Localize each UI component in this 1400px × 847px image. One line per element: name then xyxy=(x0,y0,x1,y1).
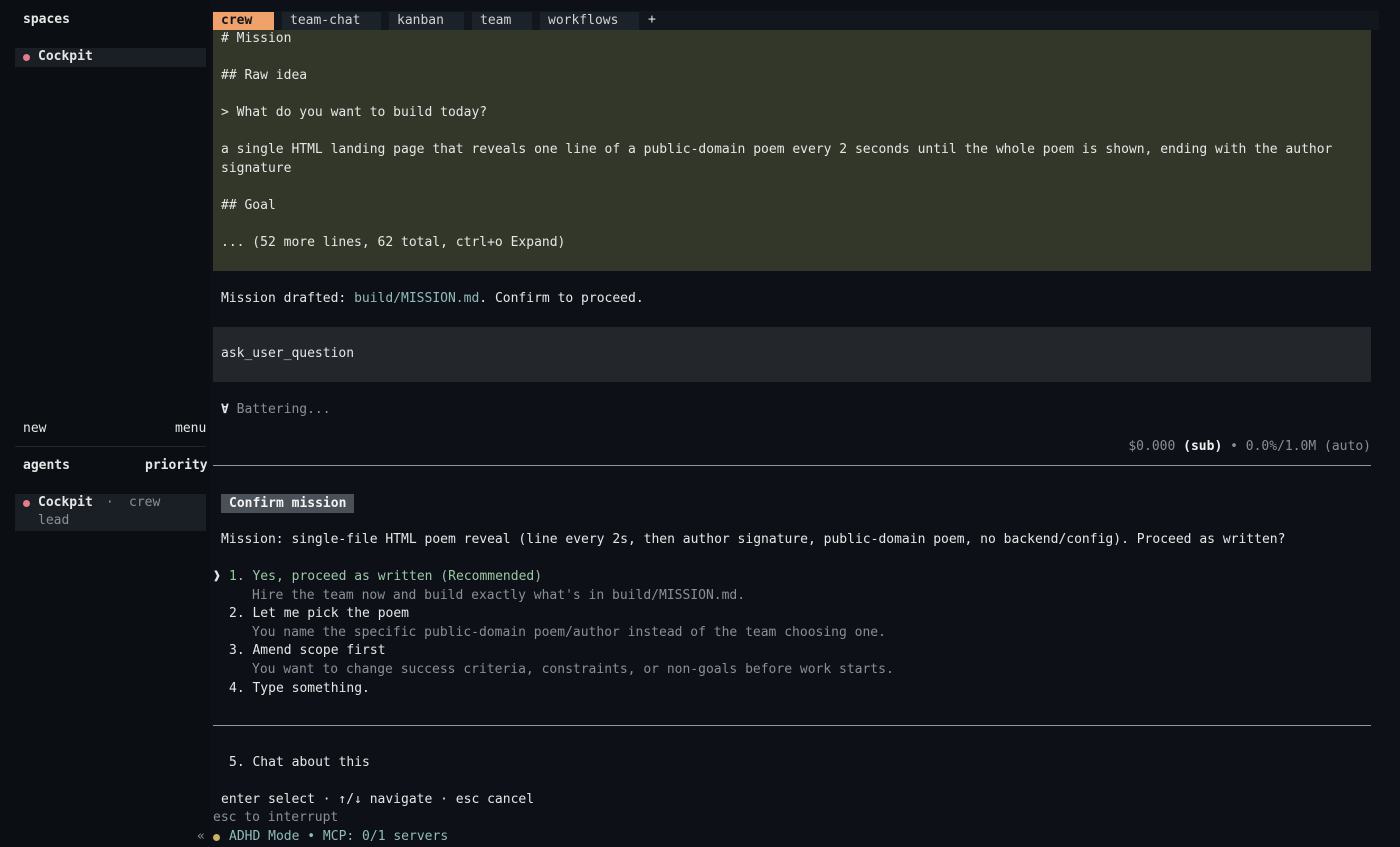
tab-kanban[interactable]: kanban xyxy=(389,12,464,30)
prompt-quote: > What do you want to build today? xyxy=(221,105,488,120)
divider-bottom xyxy=(213,725,1371,726)
tool-call-block xyxy=(213,327,1371,382)
divider-top xyxy=(213,465,1371,466)
menu-button[interactable]: menu xyxy=(175,420,206,439)
spaces-title: spaces xyxy=(23,12,70,27)
option-2[interactable]: 2. Let me pick the poem xyxy=(229,605,409,624)
keyboard-hint: enter select · ↑/↓ navigate · esc cancel xyxy=(221,792,535,807)
sidebar: spaces Cockpit new menu agents priority … xyxy=(0,0,210,847)
mission-drafted-line: Mission drafted: build/MISSION.md. Confi… xyxy=(221,290,644,309)
agent-separator: · xyxy=(98,495,122,510)
raw-idea-heading: ## Raw idea xyxy=(221,68,308,83)
option-3[interactable]: 3. Amend scope first xyxy=(229,642,386,661)
agent-item-cockpit[interactable]: Cockpit · crew lead xyxy=(15,494,206,531)
selection-pointer-icon: ❱ xyxy=(213,569,221,584)
option-1[interactable]: 1. Yes, proceed as written (Recommended) xyxy=(229,568,542,587)
cost-line: $0.000 (sub) • 0.0%/1.0M (auto) xyxy=(1128,438,1371,457)
status-text: Battering... xyxy=(228,402,331,417)
option-5-chat[interactable]: 5. Chat about this xyxy=(229,754,370,773)
agents-title: agents xyxy=(23,458,70,473)
idea-text-line2: signature xyxy=(221,161,292,176)
mission-heading: # Mission xyxy=(221,31,292,46)
mode-status: ADHD Mode • MCP: 0/1 servers xyxy=(229,829,449,844)
agent-role: crew xyxy=(129,495,161,510)
option-2-desc: You name the specific public-domain poem… xyxy=(252,625,886,640)
tool-call-name: ask_user_question xyxy=(221,346,355,361)
tab-team[interactable]: team xyxy=(472,12,532,30)
mode-dot-icon xyxy=(213,834,220,841)
mission-file-link[interactable]: build/MISSION.md xyxy=(354,291,479,306)
add-tab-button[interactable]: + xyxy=(648,11,656,30)
option-4[interactable]: 4. Type something. xyxy=(229,680,370,699)
cost-bullet: • xyxy=(1222,439,1246,454)
status-dot-icon xyxy=(23,54,30,61)
collapse-sidebar-icon[interactable]: « xyxy=(197,828,205,847)
agent-name: Cockpit xyxy=(38,495,93,510)
context-usage: 0.0%/1.0M (auto) xyxy=(1245,439,1371,454)
agent-status-dot-icon xyxy=(23,500,30,507)
tab-team-chat[interactable]: team-chat xyxy=(282,12,381,30)
priority-sort-button[interactable]: priority xyxy=(145,457,208,476)
plan-label: (sub) xyxy=(1183,439,1223,454)
tab-bar xyxy=(212,11,1379,30)
agent-role-continued: lead xyxy=(38,513,70,528)
drafted-suffix: . Confirm to proceed. xyxy=(479,291,644,306)
spinner-icon: ∀ xyxy=(221,402,229,417)
option-3-desc: You want to change success criteria, con… xyxy=(252,662,894,677)
idea-text-line1: a single HTML landing page that reveals … xyxy=(221,142,1333,157)
interrupt-hint: esc to interrupt xyxy=(213,810,339,825)
drafted-prefix: Mission drafted: xyxy=(221,291,355,306)
tab-crew[interactable]: crew xyxy=(213,12,274,30)
new-button[interactable]: new xyxy=(23,420,46,439)
space-item-cockpit[interactable]: Cockpit xyxy=(15,48,206,67)
status-line: ∀ Battering... xyxy=(221,401,331,420)
cost-amount: $0.000 xyxy=(1128,439,1176,454)
goal-heading: ## Goal xyxy=(221,198,276,213)
tab-workflows[interactable]: workflows xyxy=(540,12,639,30)
question-text: Mission: single-file HTML poem reveal (l… xyxy=(221,532,1286,547)
expand-hint[interactable]: ... (52 more lines, 62 total, ctrl+o Exp… xyxy=(221,234,565,253)
space-item-label: Cockpit xyxy=(38,49,93,64)
sidebar-divider xyxy=(15,446,206,447)
confirm-mission-badge: Confirm mission xyxy=(221,494,355,513)
option-1-desc: Hire the team now and build exactly what… xyxy=(252,588,746,603)
